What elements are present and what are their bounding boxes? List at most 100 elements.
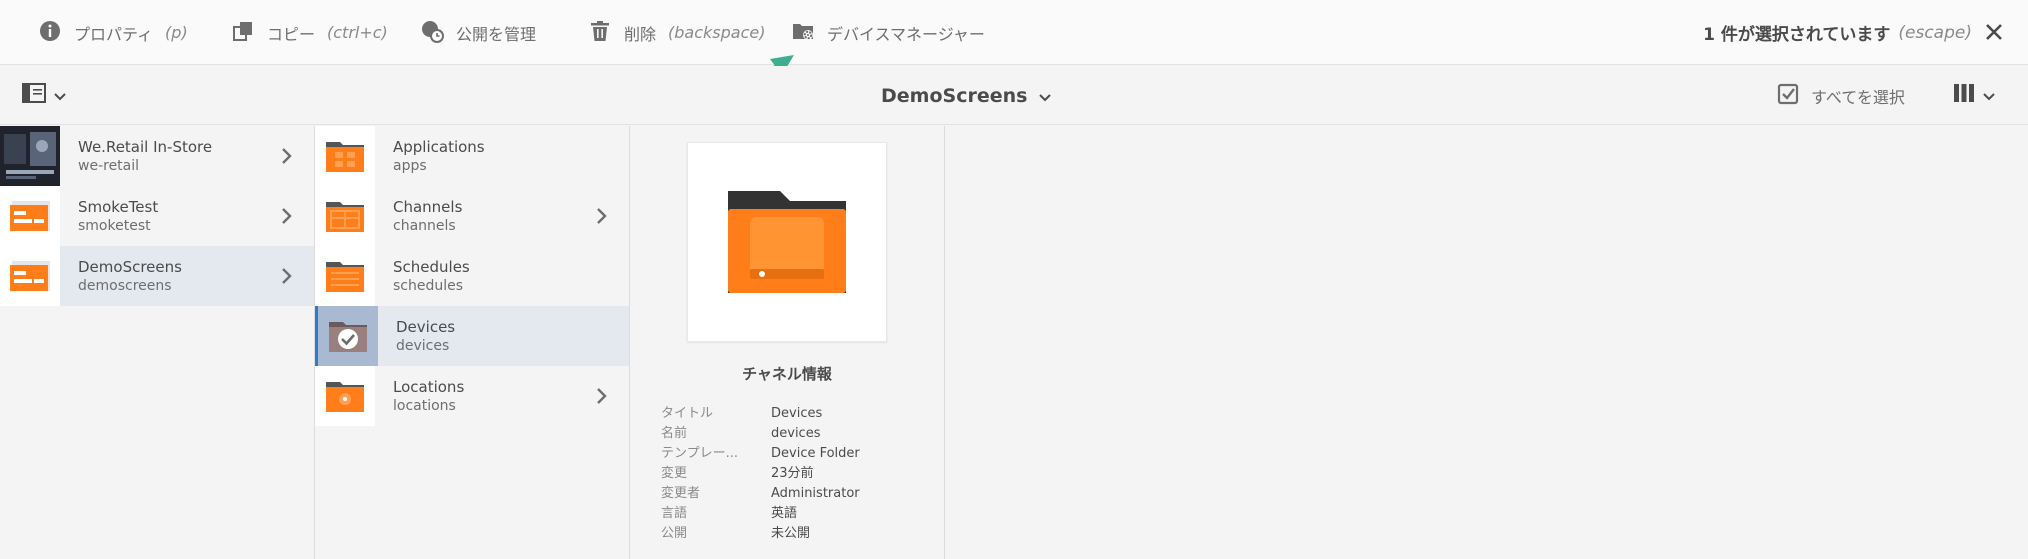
folder-icon	[315, 246, 375, 306]
column-view: We.Retail In-Store we-retail SmokeTest s…	[0, 126, 2028, 559]
checkbox-icon	[1777, 83, 1799, 109]
delete-label: 削除	[624, 24, 657, 44]
metadata-row: 公開 未公開	[661, 524, 860, 544]
manage-publication-label: 公開を管理	[456, 24, 537, 44]
selection-count-text: 1 件が選択されています	[1703, 25, 1891, 45]
device-manager-button[interactable]: デバイスマネージャー	[791, 0, 985, 65]
meta-value: Administrator	[771, 486, 860, 501]
properties-button[interactable]: プロパティ (p)	[38, 0, 188, 65]
list-item[interactable]: Devices devices	[315, 306, 629, 366]
meta-key: テンプレー...	[661, 446, 739, 461]
item-name: channels	[393, 218, 456, 234]
close-selection-button[interactable]	[1982, 20, 2006, 44]
view-switcher[interactable]	[1953, 83, 1995, 107]
item-name: devices	[396, 338, 450, 354]
meta-key: 名前	[661, 426, 688, 441]
item-name: demoscreens	[78, 278, 172, 294]
chevron-down-icon	[1983, 86, 1995, 105]
meta-key: 変更者	[661, 486, 701, 501]
metadata-row: 変更者 Administrator	[661, 484, 860, 504]
chevron-down-icon	[54, 86, 66, 105]
preview-title: チャネル情報	[742, 365, 832, 383]
item-title: Applications	[393, 138, 485, 156]
column-view-icon	[1953, 83, 1975, 107]
chevron-right-icon	[280, 146, 294, 166]
copy-button[interactable]: コピー (ctrl+c)	[231, 0, 388, 65]
folder-icon	[315, 186, 375, 246]
meta-value: 未公開	[771, 526, 811, 541]
thumbnail	[0, 246, 60, 306]
metadata-row: 言語 英語	[661, 504, 860, 524]
action-bar: プロパティ (p) コピー (ctrl+c) 公開を管理 削除 (backspa…	[0, 0, 2028, 65]
item-title: SmokeTest	[78, 198, 159, 216]
properties-shortcut: (p)	[165, 23, 188, 42]
manage-publication-button[interactable]: 公開を管理	[420, 0, 536, 65]
chevron-right-icon	[595, 386, 609, 406]
meta-value: 23分前	[771, 466, 814, 481]
meta-value: devices	[771, 426, 821, 441]
column-channels: Applications apps Channels channels Sche…	[315, 126, 630, 559]
list-item[interactable]: Locations locations	[315, 366, 629, 426]
item-name: schedules	[393, 278, 464, 294]
meta-value: 英語	[771, 506, 798, 521]
trash-icon	[588, 19, 612, 47]
column-sites: We.Retail In-Store we-retail SmokeTest s…	[0, 126, 315, 559]
metadata-row: 変更 23分前	[661, 464, 860, 484]
metadata-row: タイトル Devices	[661, 404, 860, 424]
close-icon	[1982, 24, 2006, 48]
item-title: DemoScreens	[78, 258, 182, 276]
folder-icon	[315, 366, 375, 426]
chevron-down-icon	[1039, 85, 1052, 107]
meta-value: Device Folder	[771, 446, 860, 461]
breadcrumb[interactable]: DemoScreens	[881, 66, 1052, 125]
selected-check-icon	[318, 306, 378, 366]
delete-button[interactable]: 削除 (backspace)	[588, 0, 765, 65]
thumbnail	[0, 126, 60, 186]
chevron-right-icon	[280, 206, 294, 226]
sidebar-icon	[22, 83, 46, 107]
chevron-right-icon	[595, 206, 609, 226]
copy-label: コピー	[267, 24, 316, 44]
preview-panel: チャネル情報 タイトル Devices 名前 devices テンプレー... Dev…	[630, 126, 945, 559]
item-title: Devices	[396, 318, 456, 336]
copy-icon	[231, 19, 255, 47]
item-name: we-retail	[78, 158, 140, 174]
properties-label: プロパティ	[74, 24, 154, 44]
device-manager-label: デバイスマネージャー	[827, 24, 985, 44]
delete-shortcut: (backspace)	[668, 23, 766, 42]
item-name: locations	[393, 398, 456, 414]
meta-key: タイトル	[661, 406, 714, 421]
breadcrumb-label: DemoScreens	[881, 84, 1028, 107]
info-icon	[38, 19, 62, 47]
selection-count: 1 件が選択されています (escape)	[1703, 0, 1972, 65]
select-all-button[interactable]: すべてを選択	[1777, 66, 1905, 125]
selection-shortcut: (escape)	[1898, 22, 1972, 43]
metadata-row: 名前 devices	[661, 424, 860, 444]
select-all-label: すべてを選択	[1811, 87, 1905, 107]
metadata-list: タイトル Devices 名前 devices テンプレー... Device Fol…	[661, 404, 860, 544]
item-title: Schedules	[393, 258, 470, 276]
list-item[interactable]: Applications apps	[315, 126, 629, 186]
meta-value: Devices	[771, 406, 823, 421]
item-title: We.Retail In-Store	[78, 138, 213, 156]
list-item[interactable]: Channels channels	[315, 186, 629, 246]
item-name: smoketest	[78, 218, 151, 234]
copy-shortcut: (ctrl+c)	[327, 23, 388, 42]
chevron-right-icon	[280, 266, 294, 286]
preview-thumbnail	[687, 142, 887, 342]
thumbnail	[0, 186, 60, 246]
meta-key: 言語	[661, 506, 688, 521]
header-bar: DemoScreens すべてを選択	[0, 66, 2028, 125]
list-item[interactable]: We.Retail In-Store we-retail	[0, 126, 314, 186]
rail-toggle-button[interactable]	[22, 83, 66, 107]
folder-gear-icon	[791, 19, 815, 47]
item-title: Locations	[393, 378, 465, 396]
folder-icon	[315, 126, 375, 186]
item-title: Channels	[393, 198, 463, 216]
meta-key: 公開	[661, 526, 688, 541]
item-name: apps	[393, 158, 427, 174]
meta-key: 変更	[661, 466, 688, 481]
list-item[interactable]: SmokeTest smoketest	[0, 186, 314, 246]
list-item[interactable]: DemoScreens demoscreens	[0, 246, 314, 306]
list-item[interactable]: Schedules schedules	[315, 246, 629, 306]
